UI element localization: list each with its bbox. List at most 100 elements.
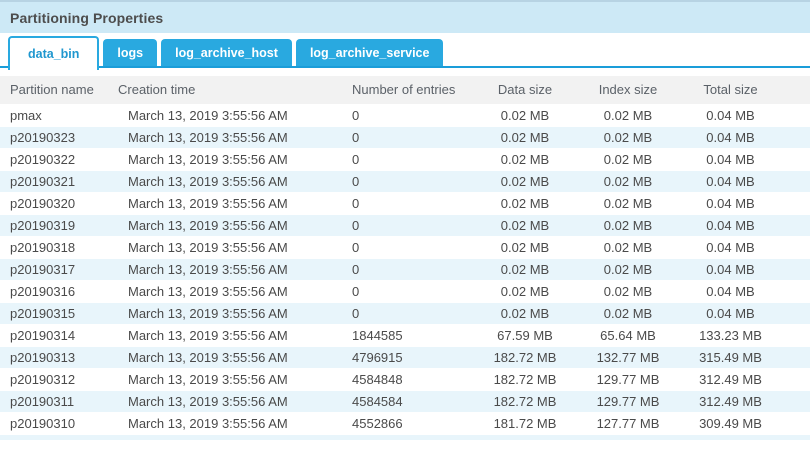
- cell-data-size: 67.59 MB: [470, 324, 580, 346]
- table-row: p20190320March 13, 2019 3:55:56 AM00.02 …: [0, 192, 810, 214]
- table-body: pmaxMarch 13, 2019 3:55:56 AM00.02 MB0.0…: [0, 104, 810, 434]
- cell-number-of-entries: 0: [342, 236, 470, 258]
- cell-number-of-entries: 0: [342, 148, 470, 170]
- cell-data-size: 0.02 MB: [470, 280, 580, 302]
- cell-number-of-entries: 0: [342, 214, 470, 236]
- column-header-index-size: Index size: [580, 76, 676, 104]
- table-row: p20190318March 13, 2019 3:55:56 AM00.02 …: [0, 236, 810, 258]
- cell-data-size: 182.72 MB: [470, 390, 580, 412]
- tab-data_bin[interactable]: data_bin: [8, 36, 99, 70]
- cell-filler: [785, 368, 810, 390]
- cell-creation-time: March 13, 2019 3:55:56 AM: [108, 258, 342, 280]
- tab-logs[interactable]: logs: [103, 39, 157, 66]
- cell-index-size: 0.02 MB: [580, 258, 676, 280]
- cell-data-size: 0.02 MB: [470, 126, 580, 148]
- cell-filler: [785, 258, 810, 280]
- cell-partition-name: pmax: [0, 104, 108, 126]
- cell-partition-name: p20190314: [0, 324, 108, 346]
- partitioning-properties-panel: Partitioning Properties data_binlogslog_…: [0, 0, 810, 440]
- cell-creation-time: March 13, 2019 3:55:56 AM: [108, 346, 342, 368]
- table-row: p20190319March 13, 2019 3:55:56 AM00.02 …: [0, 214, 810, 236]
- table-row: p20190322March 13, 2019 3:55:56 AM00.02 …: [0, 148, 810, 170]
- tab-log_archive_host[interactable]: log_archive_host: [161, 39, 292, 66]
- cell-filler: [785, 412, 810, 434]
- cell-index-size: 0.02 MB: [580, 126, 676, 148]
- cell-number-of-entries: 0: [342, 192, 470, 214]
- table-row: p20190321March 13, 2019 3:55:56 AM00.02 …: [0, 170, 810, 192]
- cell-data-size: 182.72 MB: [470, 346, 580, 368]
- table-row: p20190311March 13, 2019 3:55:56 AM458458…: [0, 390, 810, 412]
- cell-number-of-entries: 4552866: [342, 412, 470, 434]
- cell-total-size: 312.49 MB: [676, 390, 785, 412]
- cell-index-size: 129.77 MB: [580, 368, 676, 390]
- cell-filler: [785, 148, 810, 170]
- cell-total-size: 0.04 MB: [676, 302, 785, 324]
- cell-creation-time: March 13, 2019 3:55:56 AM: [108, 192, 342, 214]
- cell-creation-time: March 13, 2019 3:55:56 AM: [108, 236, 342, 258]
- cell-partition-name: p20190319: [0, 214, 108, 236]
- cell-filler: [785, 170, 810, 192]
- column-header-filler: [785, 76, 810, 104]
- cell-creation-time: March 13, 2019 3:55:56 AM: [108, 126, 342, 148]
- cell-total-size: 0.04 MB: [676, 170, 785, 192]
- cell-index-size: 129.77 MB: [580, 390, 676, 412]
- table-row: pmaxMarch 13, 2019 3:55:56 AM00.02 MB0.0…: [0, 104, 810, 126]
- cell-number-of-entries: 0: [342, 302, 470, 324]
- cell-partition-name: p20190310: [0, 412, 108, 434]
- cell-filler: [785, 346, 810, 368]
- cell-data-size: 0.02 MB: [470, 104, 580, 126]
- cell-data-size: 0.02 MB: [470, 302, 580, 324]
- cell-partition-name: p20190311: [0, 390, 108, 412]
- cell-total-size: 0.04 MB: [676, 280, 785, 302]
- cell-number-of-entries: 0: [342, 126, 470, 148]
- table-row: p20190310March 13, 2019 3:55:56 AM455286…: [0, 412, 810, 434]
- cell-index-size: 0.02 MB: [580, 280, 676, 302]
- tab-bar: data_binlogslog_archive_hostlog_archive_…: [0, 33, 810, 68]
- cell-index-size: 0.02 MB: [580, 148, 676, 170]
- cell-total-size: 315.49 MB: [676, 346, 785, 368]
- cell-creation-time: March 13, 2019 3:55:56 AM: [108, 214, 342, 236]
- table-row: p20190315March 13, 2019 3:55:56 AM00.02 …: [0, 302, 810, 324]
- cell-data-size: 0.02 MB: [470, 148, 580, 170]
- cell-partition-name: p20190312: [0, 368, 108, 390]
- cell-number-of-entries: 4584848: [342, 368, 470, 390]
- table-row: p20190316March 13, 2019 3:55:56 AM00.02 …: [0, 280, 810, 302]
- partial-row: [0, 435, 810, 440]
- cell-filler: [785, 126, 810, 148]
- cell-partition-name: p20190320: [0, 192, 108, 214]
- cell-creation-time: March 13, 2019 3:55:56 AM: [108, 280, 342, 302]
- table-row: p20190323March 13, 2019 3:55:56 AM00.02 …: [0, 126, 810, 148]
- cell-index-size: 0.02 MB: [580, 302, 676, 324]
- table-row: p20190312March 13, 2019 3:55:56 AM458484…: [0, 368, 810, 390]
- cell-number-of-entries: 4796915: [342, 346, 470, 368]
- table-row: p20190314March 13, 2019 3:55:56 AM184458…: [0, 324, 810, 346]
- cell-filler: [785, 236, 810, 258]
- cell-total-size: 0.04 MB: [676, 214, 785, 236]
- column-header-creation-time: Creation time: [108, 76, 342, 104]
- cell-partition-name: p20190315: [0, 302, 108, 324]
- cell-filler: [785, 104, 810, 126]
- column-header-number-of-entries: Number of entries: [342, 76, 470, 104]
- cell-partition-name: p20190317: [0, 258, 108, 280]
- cell-total-size: 309.49 MB: [676, 412, 785, 434]
- cell-index-size: 0.02 MB: [580, 214, 676, 236]
- cell-data-size: 0.02 MB: [470, 214, 580, 236]
- cell-data-size: 0.02 MB: [470, 236, 580, 258]
- cell-total-size: 133.23 MB: [676, 324, 785, 346]
- cell-number-of-entries: 1844585: [342, 324, 470, 346]
- tab-log_archive_service[interactable]: log_archive_service: [296, 39, 444, 66]
- cell-data-size: 182.72 MB: [470, 368, 580, 390]
- cell-creation-time: March 13, 2019 3:55:56 AM: [108, 170, 342, 192]
- cell-filler: [785, 280, 810, 302]
- cell-partition-name: p20190316: [0, 280, 108, 302]
- column-header-data-size: Data size: [470, 76, 580, 104]
- cell-number-of-entries: 0: [342, 258, 470, 280]
- cell-filler: [785, 324, 810, 346]
- cell-partition-name: p20190323: [0, 126, 108, 148]
- column-header-partition-name: Partition name: [0, 76, 108, 104]
- table-row: p20190317March 13, 2019 3:55:56 AM0 0.02 …: [0, 258, 810, 280]
- cell-partition-name: p20190318: [0, 236, 108, 258]
- cell-total-size: 0.04 MB: [676, 104, 785, 126]
- cell-filler: [785, 302, 810, 324]
- cell-index-size: 0.02 MB: [580, 236, 676, 258]
